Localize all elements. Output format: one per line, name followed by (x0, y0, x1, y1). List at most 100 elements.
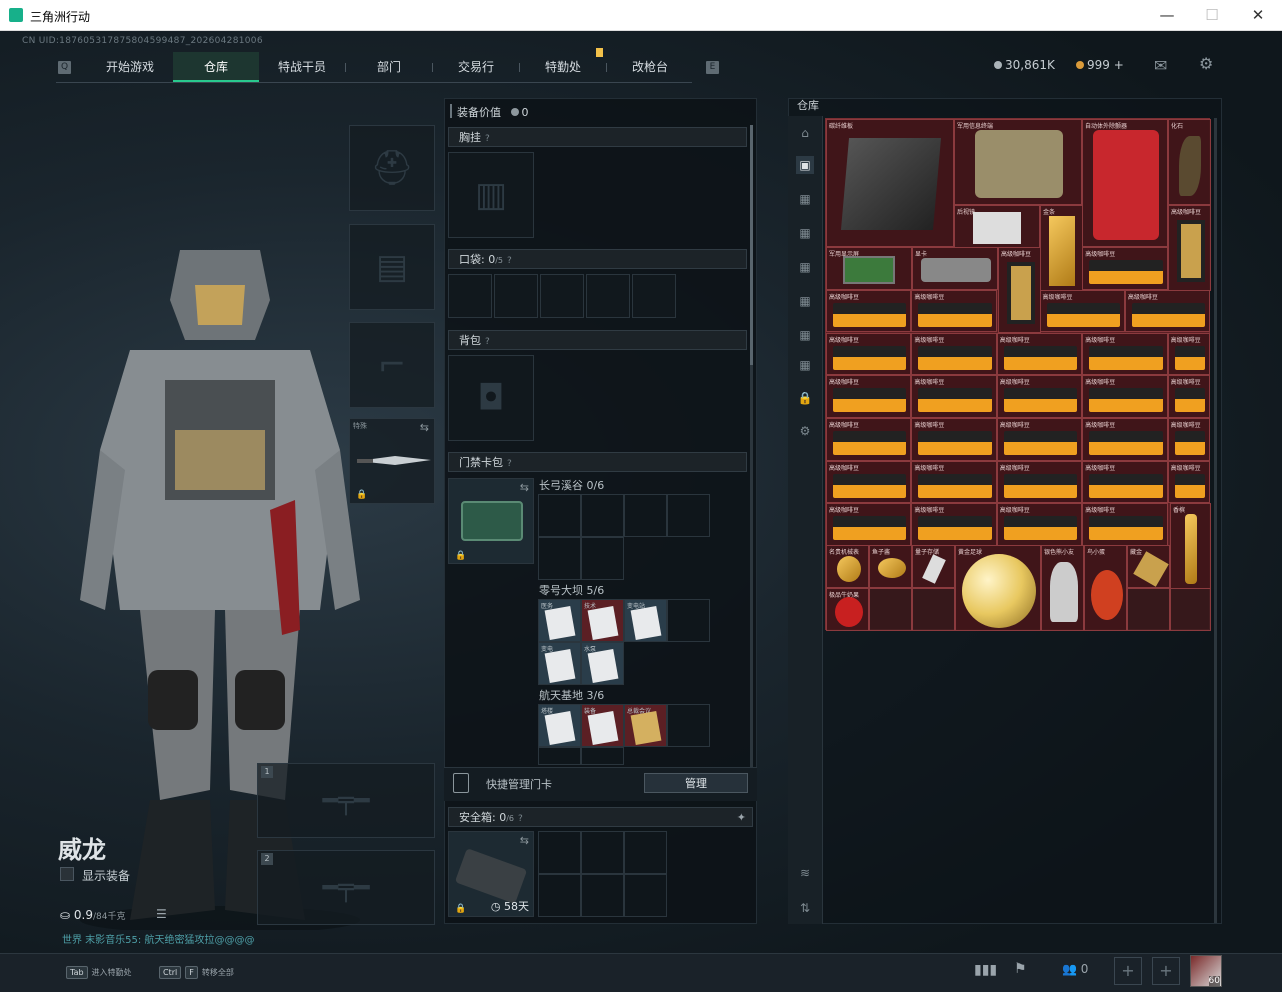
keycard-slot[interactable] (538, 537, 581, 580)
inventory-item[interactable]: 高级咖啡豆 (911, 417, 997, 461)
pocket-slot[interactable] (632, 274, 676, 318)
inventory-item[interactable]: 金条 (1040, 205, 1083, 291)
inventory-item[interactable]: 高级咖啡豆 (996, 503, 1083, 546)
inventory-item[interactable]: 高级咖啡豆 (911, 332, 997, 376)
keycard-item[interactable]: 变电 (538, 642, 581, 685)
invite-slot-button[interactable]: + (1152, 957, 1180, 985)
pistol-slot[interactable]: ⌐ (349, 322, 435, 408)
category-icon[interactable]: ▦ (796, 292, 814, 310)
helmet-slot[interactable]: ⛑ (349, 125, 435, 211)
inventory-item[interactable]: 碳纤维板 (826, 119, 954, 247)
keycard-slot[interactable] (624, 494, 667, 537)
inventory-item[interactable]: 高级咖啡豆 (911, 460, 997, 504)
inventory-item[interactable]: 鸟小蛋 (1084, 545, 1127, 631)
keycard-slot[interactable] (538, 494, 581, 537)
inventory-item[interactable]: 藏金 (1127, 545, 1170, 588)
inventory-item[interactable]: 高级咖啡豆 (826, 289, 912, 333)
category-icon[interactable]: ▦ (796, 356, 814, 374)
tab-operators[interactable]: 特战干员 (259, 52, 345, 82)
pin-icon[interactable]: ✦ (737, 808, 746, 827)
inventory-item[interactable]: 高级咖啡豆 (826, 460, 912, 504)
safe-slot[interactable] (581, 831, 624, 874)
inventory-item[interactable]: 高级咖啡豆 (1167, 460, 1211, 504)
inventory-item[interactable]: 高级咖啡豆 (1082, 460, 1168, 504)
keycard-item[interactable]: 装备 (581, 704, 624, 747)
inventory-item[interactable]: 高级咖啡豆 (996, 460, 1083, 504)
inventory-item[interactable]: 高级咖啡豆 (996, 417, 1083, 461)
inventory-item[interactable]: 显卡 (912, 247, 998, 290)
show-equipment-checkbox[interactable] (60, 867, 74, 881)
keycard-slot[interactable] (581, 747, 624, 765)
inventory-item[interactable]: 后视镜 (954, 205, 1040, 248)
safe-slot[interactable] (581, 874, 624, 917)
pocket-slot[interactable] (448, 274, 492, 318)
inventory-item[interactable]: 极品牛奶果 (826, 588, 869, 631)
inventory-empty-slot[interactable] (912, 588, 955, 631)
keycard-bag-slot[interactable]: ⇆ 🔒 (448, 478, 534, 564)
collection-icon[interactable]: ▣ (796, 156, 814, 174)
armor-slot[interactable]: ▤ (349, 224, 435, 310)
inventory-item[interactable]: 高级咖啡豆 (996, 375, 1083, 418)
keycard-slot[interactable] (581, 494, 624, 537)
swap-icon[interactable]: ⇆ (420, 421, 429, 434)
inventory-item[interactable]: 军用信息终端 (954, 119, 1082, 205)
inventory-item[interactable]: 黄金足球 (955, 545, 1041, 631)
inventory-item[interactable]: 高级咖啡豆 (1082, 417, 1168, 461)
melee-slot[interactable]: 特殊 ⇆ 🔒 (349, 418, 435, 504)
keycard-slot[interactable] (667, 494, 710, 537)
mail-icon[interactable]: ✉ (1154, 56, 1167, 75)
inventory-item[interactable]: 高级咖啡豆 (826, 332, 912, 376)
keycard-slot[interactable] (581, 537, 624, 580)
help-icon[interactable]: ? (485, 134, 490, 144)
help-icon[interactable]: ? (485, 337, 490, 347)
sort-icon[interactable]: ⇅ (796, 899, 814, 917)
backpack-slot[interactable]: ◘ (448, 355, 534, 441)
inventory-item[interactable]: 高级咖啡豆 (1167, 417, 1211, 461)
maximize-button[interactable]: ☐ (1197, 4, 1227, 26)
swap-icon[interactable]: ⇆ (520, 481, 529, 494)
category-icon[interactable]: ▦ (796, 258, 814, 276)
inventory-item[interactable]: 化石 (1168, 119, 1211, 205)
tab-trade[interactable]: 交易行 (433, 52, 519, 82)
inventory-item[interactable]: 高级咖啡豆 (996, 332, 1083, 376)
inventory-item[interactable]: 鱼子酱 (869, 545, 912, 588)
category-icon[interactable]: ▦ (796, 326, 814, 344)
invite-slot-button[interactable]: + (1114, 957, 1142, 985)
stats-chart-icon[interactable]: ▮▮▮ (974, 962, 997, 978)
pocket-slot[interactable] (494, 274, 538, 318)
settings-gear-icon[interactable]: ⚙ (1199, 54, 1213, 73)
inventory-empty-slot[interactable] (1170, 588, 1211, 631)
scrollbar-thumb[interactable] (750, 125, 753, 365)
keycard-item[interactable]: 水泵 (581, 642, 624, 685)
manage-button[interactable]: 管理 (644, 773, 748, 793)
list-icon[interactable]: ☰ (156, 907, 167, 921)
help-icon[interactable]: ? (507, 459, 512, 469)
inventory-item[interactable]: 高级咖啡豆 (1082, 332, 1168, 376)
inventory-item[interactable]: 高级咖啡豆 (826, 503, 912, 546)
chest-rig-slot[interactable]: ▥ (448, 152, 534, 238)
player-avatar[interactable]: 60 (1190, 955, 1222, 987)
keycard-item[interactable]: 变电站 (624, 599, 667, 642)
inventory-item[interactable]: 高级咖啡豆 (911, 289, 997, 333)
inventory-item[interactable]: 高级咖啡豆 (826, 375, 912, 418)
secondary-weapon-slot[interactable]: 2 ━╤━ (257, 850, 435, 925)
help-icon[interactable]: ? (507, 256, 512, 266)
inventory-item[interactable]: 高级咖啡豆 (1082, 375, 1168, 418)
inventory-item[interactable]: 高级咖啡豆 (1167, 332, 1211, 376)
pocket-slot[interactable] (540, 274, 584, 318)
safe-slot[interactable] (538, 831, 581, 874)
inventory-item[interactable]: 高级咖啡豆 (1124, 289, 1211, 333)
safe-slot[interactable] (538, 874, 581, 917)
tab-gunsmith[interactable]: 改枪台 (607, 52, 693, 82)
inventory-empty-slot[interactable] (869, 588, 912, 631)
settings-gear-icon[interactable]: ⚙ (796, 422, 814, 440)
tab-special-ops[interactable]: 特勤处 (520, 52, 606, 82)
tab-department[interactable]: 部门 (346, 52, 432, 82)
inventory-item[interactable]: 高级咖啡豆 (911, 503, 997, 546)
close-button[interactable]: ✕ (1243, 4, 1273, 26)
swap-icon[interactable]: ⇆ (520, 834, 529, 847)
inventory-item[interactable]: 量子存储 (912, 545, 955, 588)
inventory-item[interactable]: 自动体外除颤器 (1082, 119, 1168, 247)
category-icon[interactable]: ▦ (796, 224, 814, 242)
inventory-item[interactable]: 高级咖啡豆 (1167, 375, 1211, 418)
